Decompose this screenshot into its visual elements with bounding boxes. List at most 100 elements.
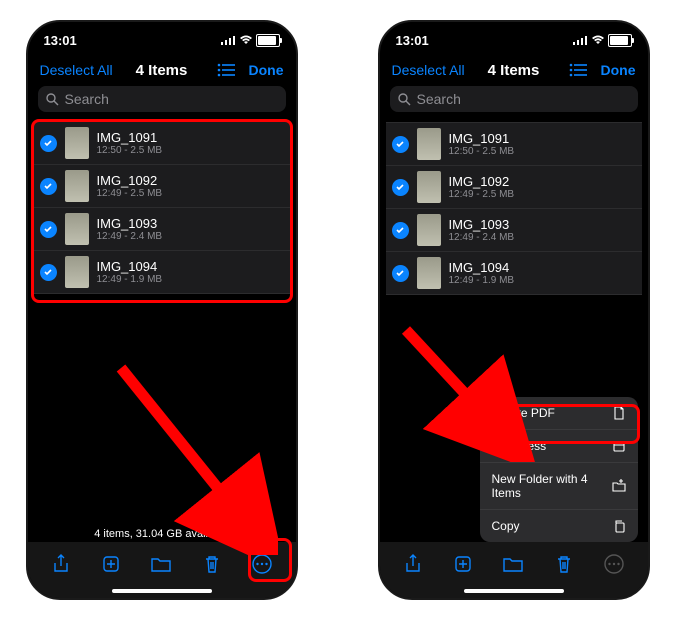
file-row[interactable]: IMG_1094 12:49 - 1.9 MB — [386, 252, 642, 295]
deselect-all-button[interactable]: Deselect All — [392, 62, 465, 78]
duplicate-button[interactable] — [97, 550, 125, 578]
nav-title: 4 Items — [488, 62, 540, 79]
file-list: IMG_1091 12:50 - 2.5 MB IMG_1092 12:49 -… — [34, 122, 290, 294]
wifi-icon — [239, 35, 253, 45]
file-meta: 12:49 - 2.4 MB — [449, 232, 636, 243]
menu-new-folder[interactable]: New Folder with 4 Items — [480, 463, 638, 510]
file-row[interactable]: IMG_1091 12:50 - 2.5 MB — [34, 122, 290, 165]
menu-compress[interactable]: Compress — [480, 430, 638, 463]
file-meta: 12:49 - 1.9 MB — [97, 274, 284, 285]
battery-icon — [256, 34, 280, 47]
file-info: IMG_1093 12:49 - 2.4 MB — [97, 216, 284, 242]
file-meta: 12:50 - 2.5 MB — [449, 146, 636, 157]
phone-left: 13:01 Deselect All 4 Items Done Search I… — [26, 20, 298, 600]
file-meta: 12:49 - 2.5 MB — [97, 188, 284, 199]
annotation-arrow — [113, 360, 278, 555]
home-indicator[interactable] — [112, 589, 212, 593]
file-info: IMG_1091 12:50 - 2.5 MB — [97, 130, 284, 156]
move-button[interactable] — [147, 550, 175, 578]
file-name: IMG_1094 — [97, 259, 284, 274]
notch — [102, 22, 222, 44]
nav-bar: Deselect All 4 Items Done — [380, 54, 648, 86]
deselect-all-button[interactable]: Deselect All — [40, 62, 113, 78]
more-button[interactable] — [248, 550, 276, 578]
file-name: IMG_1093 — [97, 216, 284, 231]
menu-label: Copy — [492, 519, 520, 533]
file-meta: 12:50 - 2.5 MB — [97, 145, 284, 156]
file-row[interactable]: IMG_1093 12:49 - 2.4 MB — [34, 208, 290, 251]
file-row[interactable]: IMG_1092 12:49 - 2.5 MB — [386, 166, 642, 209]
file-thumbnail — [65, 213, 89, 245]
share-button[interactable] — [47, 550, 75, 578]
signal-icon — [573, 35, 588, 45]
file-thumbnail — [417, 128, 441, 160]
more-button[interactable] — [600, 550, 628, 578]
file-name: IMG_1092 — [449, 174, 636, 189]
file-thumbnail — [417, 214, 441, 246]
signal-icon — [221, 35, 236, 45]
checkmark-icon[interactable] — [40, 178, 57, 195]
file-thumbnail — [65, 127, 89, 159]
bottom-status: 4 items, 31.04 GB available — [28, 528, 296, 540]
done-button[interactable]: Done — [249, 62, 284, 78]
battery-icon — [608, 34, 632, 47]
search-icon — [46, 93, 59, 106]
menu-create-pdf[interactable]: Create PDF — [480, 397, 638, 430]
done-button[interactable]: Done — [601, 62, 636, 78]
notch — [454, 22, 574, 44]
file-info: IMG_1094 12:49 - 1.9 MB — [97, 259, 284, 285]
search-bar[interactable]: Search — [390, 86, 638, 112]
checkmark-icon[interactable] — [392, 136, 409, 153]
copy-icon — [612, 519, 626, 533]
file-thumbnail — [65, 170, 89, 202]
nav-bar: Deselect All 4 Items Done — [28, 54, 296, 86]
view-mode-icon[interactable] — [217, 63, 235, 77]
file-name: IMG_1091 — [449, 131, 636, 146]
view-mode-icon[interactable] — [569, 63, 587, 77]
search-bar[interactable]: Search — [38, 86, 286, 112]
file-row[interactable]: IMG_1091 12:50 - 2.5 MB — [386, 122, 642, 166]
file-thumbnail — [417, 171, 441, 203]
nav-title: 4 Items — [136, 62, 188, 79]
file-info: IMG_1091 12:50 - 2.5 MB — [449, 131, 636, 157]
file-thumbnail — [65, 256, 89, 288]
file-meta: 12:49 - 2.5 MB — [449, 189, 636, 200]
delete-button[interactable] — [550, 550, 578, 578]
share-button[interactable] — [399, 550, 427, 578]
status-indicators — [221, 34, 280, 47]
checkmark-icon[interactable] — [392, 222, 409, 239]
file-info: IMG_1094 12:49 - 1.9 MB — [449, 260, 636, 286]
menu-label: Compress — [492, 439, 547, 453]
search-placeholder: Search — [417, 91, 461, 107]
checkmark-icon[interactable] — [40, 221, 57, 238]
file-meta: 12:49 - 2.4 MB — [97, 231, 284, 242]
file-name: IMG_1093 — [449, 217, 636, 232]
checkmark-icon[interactable] — [40, 264, 57, 281]
delete-button[interactable] — [198, 550, 226, 578]
file-list: IMG_1091 12:50 - 2.5 MB IMG_1092 12:49 -… — [386, 122, 642, 295]
phone-right: 13:01 Deselect All 4 Items Done Search I… — [378, 20, 650, 600]
menu-label: Create PDF — [492, 406, 555, 420]
menu-label: New Folder with 4 Items — [492, 472, 612, 500]
file-info: IMG_1093 12:49 - 2.4 MB — [449, 217, 636, 243]
move-button[interactable] — [499, 550, 527, 578]
file-meta: 12:49 - 1.9 MB — [449, 275, 636, 286]
search-placeholder: Search — [65, 91, 109, 107]
checkmark-icon[interactable] — [40, 135, 57, 152]
file-name: IMG_1092 — [97, 173, 284, 188]
archive-icon — [612, 439, 626, 453]
duplicate-button[interactable] — [449, 550, 477, 578]
home-indicator[interactable] — [464, 589, 564, 593]
status-time: 13:01 — [396, 33, 429, 48]
search-icon — [398, 93, 411, 106]
checkmark-icon[interactable] — [392, 265, 409, 282]
file-row[interactable]: IMG_1092 12:49 - 2.5 MB — [34, 165, 290, 208]
document-icon — [612, 406, 626, 420]
file-info: IMG_1092 12:49 - 2.5 MB — [449, 174, 636, 200]
menu-copy[interactable]: Copy — [480, 510, 638, 542]
file-name: IMG_1091 — [97, 130, 284, 145]
folder-plus-icon — [612, 479, 626, 493]
checkmark-icon[interactable] — [392, 179, 409, 196]
file-row[interactable]: IMG_1093 12:49 - 2.4 MB — [386, 209, 642, 252]
file-row[interactable]: IMG_1094 12:49 - 1.9 MB — [34, 251, 290, 294]
